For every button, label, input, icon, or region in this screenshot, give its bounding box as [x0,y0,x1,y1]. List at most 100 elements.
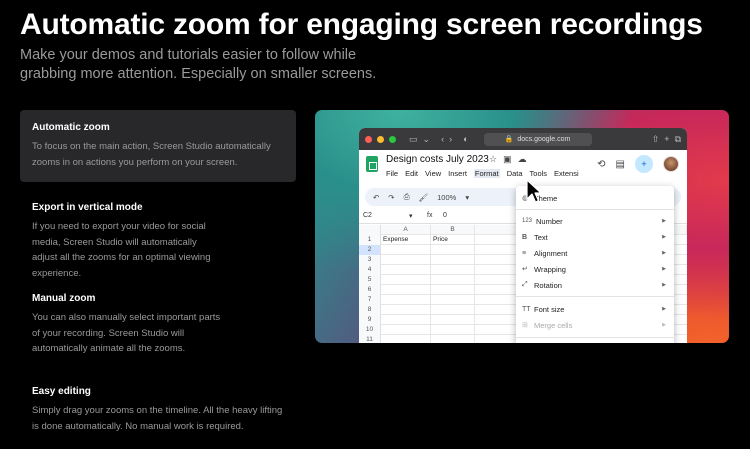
title-icons: ☆ ▣ ☁ [489,154,527,165]
cell[interactable] [381,265,431,275]
feature-desc: To focus on the main action, Screen Stud… [32,141,271,168]
feature-title: Manual zoom [32,293,96,304]
cell[interactable] [381,335,431,343]
hero-title: Automatic zoom for engaging screen recor… [20,8,703,41]
cell[interactable] [431,335,475,343]
paint-format-icon[interactable]: 🖌 [419,193,429,202]
cell[interactable] [431,305,475,315]
cell[interactable] [431,275,475,285]
row-number[interactable]: 6 [359,285,381,295]
address-bar[interactable]: 🔒 docs.google.com [483,132,592,146]
feature-export-vertical[interactable]: Export in vertical mode If you need to e… [20,190,296,293]
cell[interactable]: Expense [381,235,431,245]
doc-title[interactable]: Design costs July 2023 [386,154,489,165]
sheets-logo [366,156,378,172]
cell[interactable] [381,255,431,265]
cell[interactable] [431,295,475,305]
share-button[interactable]: + [635,155,653,173]
bold-icon: B [522,233,528,241]
history-icon[interactable]: ⟲ [597,159,605,170]
redo-icon[interactable]: ↷ [388,193,394,202]
folder-icon[interactable]: ▣ [503,154,512,165]
minimize-dot[interactable] [377,135,384,143]
menu-item-wrapping[interactable]: ↵ Wrapping ▶ [516,261,674,277]
menu-extensions[interactable]: Extensi [554,169,579,178]
star-icon[interactable]: ☆ [489,154,497,165]
menu-item-text[interactable]: B Text ▶ [516,229,674,245]
zoom-select[interactable]: 100% [437,193,456,202]
cell[interactable]: Price [431,235,475,245]
cell[interactable] [381,315,431,325]
tabs-icon[interactable]: ⧉ [675,134,681,144]
menu-edit[interactable]: Edit [405,169,418,178]
menu-item-merge-cells[interactable]: ⊞ Merge cells ▶ [516,317,674,333]
menu-data[interactable]: Data [507,169,523,178]
close-dot[interactable] [365,135,372,143]
cell[interactable] [381,305,431,315]
row-number[interactable]: 1 [359,235,381,245]
cell[interactable] [431,245,475,255]
menu-insert[interactable]: Insert [448,169,467,178]
sidebar-icon[interactable]: ▭ [409,134,418,144]
row-number[interactable]: 10 [359,325,381,335]
cell[interactable] [381,275,431,285]
name-box-chevron-icon[interactable]: ▾ [409,212,413,220]
share-icon[interactable]: ⇧ [652,134,660,144]
menu-file[interactable]: File [386,169,398,178]
cell[interactable] [381,295,431,305]
cell[interactable] [431,285,475,295]
menu-item-font-size[interactable]: TT Font size ▶ [516,301,674,317]
cell[interactable] [381,285,431,295]
back-icon[interactable]: ‹ [441,134,444,144]
menu-item-number[interactable]: 123 Number ▶ [516,213,674,229]
merge-icon: ⊞ [522,322,528,329]
browser-toolbar: ▭ ⌄ ‹ › ◐ 🔒 docs.google.com ⇧ + ⧉ [359,128,687,150]
row-number[interactable]: 4 [359,265,381,275]
maximize-dot[interactable] [389,135,396,143]
row-number[interactable]: 2 [359,245,381,255]
cell[interactable] [431,315,475,325]
chevron-right-icon: ▶ [662,282,666,288]
feature-manual-zoom[interactable]: Manual zoom You can also manually select… [20,281,296,369]
row-number[interactable]: 9 [359,315,381,325]
avatar[interactable] [663,156,679,172]
row-number[interactable]: 8 [359,305,381,315]
corner-cell[interactable] [359,225,381,235]
print-icon[interactable]: ⎙ [404,192,410,202]
chevron-down-icon[interactable]: ▾ [465,193,469,202]
feature-desc: If you need to export your video for soc… [32,221,211,279]
row-number[interactable]: 11 [359,335,381,343]
menu-view[interactable]: View [425,169,441,178]
menu-item-rotation[interactable]: ⤢ Rotation ▶ [516,277,674,293]
feature-automatic-zoom[interactable]: Automatic zoom To focus on the main acti… [20,110,296,182]
cell[interactable] [431,265,475,275]
cell[interactable] [381,325,431,335]
forward-icon[interactable]: › [449,134,452,144]
menu-item-label: Number [536,216,563,226]
browser-window: ▭ ⌄ ‹ › ◐ 🔒 docs.google.com ⇧ + ⧉ Design… [359,128,687,343]
row-number[interactable]: 5 [359,275,381,285]
undo-icon[interactable]: ↶ [373,193,379,202]
column-header-b[interactable]: B [431,225,475,235]
feature-title: Automatic zoom [32,122,110,133]
column-header-a[interactable]: A [381,225,431,235]
name-box[interactable]: C2 [363,212,372,219]
chevron-down-icon[interactable]: ⌄ [423,134,431,144]
dd-separator [516,209,674,210]
row-number[interactable]: 7 [359,295,381,305]
formula-input[interactable]: 0 [443,212,447,219]
cell[interactable] [381,245,431,255]
demo-preview: ▭ ⌄ ‹ › ◐ 🔒 docs.google.com ⇧ + ⧉ Design… [315,110,729,343]
menu-tools[interactable]: Tools [530,169,548,178]
number-format-icon: 123 [522,218,533,224]
menu-item-alignment[interactable]: ≡ Alignment ▶ [516,245,674,261]
comment-icon[interactable]: ▤ [616,159,625,170]
new-tab-icon[interactable]: + [664,134,669,144]
row-number[interactable]: 3 [359,255,381,265]
cell[interactable] [431,255,475,265]
chevron-right-icon: ▶ [662,218,666,224]
menu-format[interactable]: Format [473,169,500,178]
feature-easy-editing[interactable]: Easy editing Simply drag your zooms on t… [20,374,296,446]
cell[interactable] [431,325,475,335]
cloud-icon: ☁ [517,154,527,164]
